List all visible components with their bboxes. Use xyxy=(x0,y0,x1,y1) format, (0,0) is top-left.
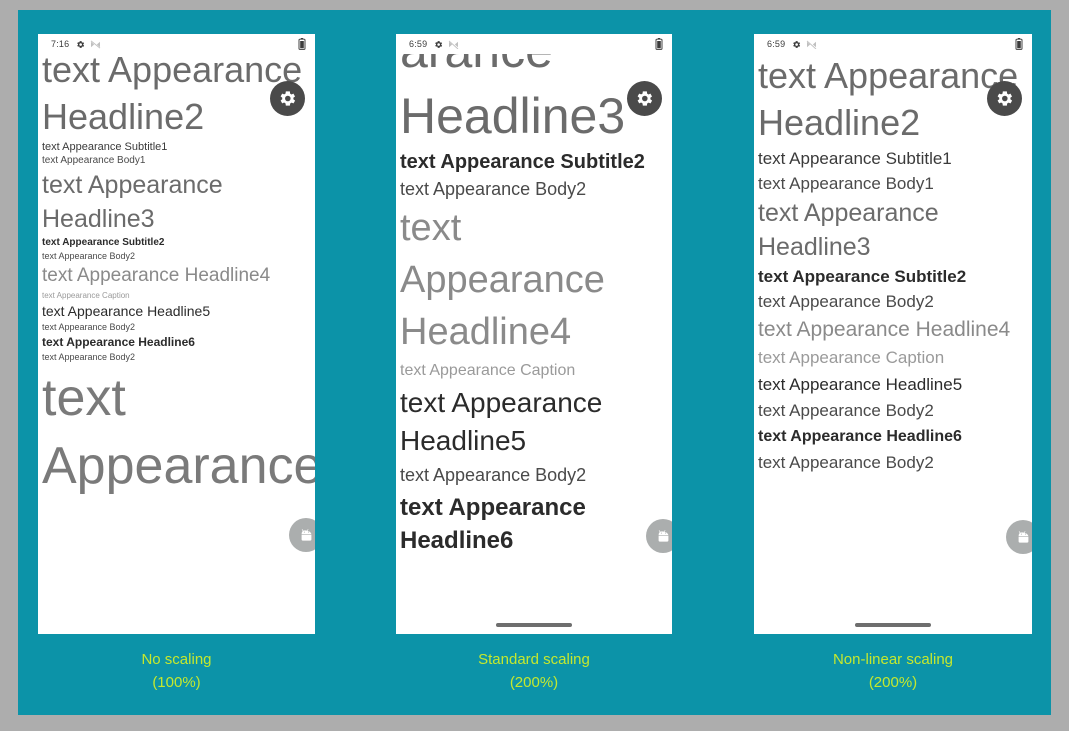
text-appearance-line: text Appearance Body2 xyxy=(758,401,934,420)
android-robot-icon xyxy=(301,529,311,541)
text-appearance-list: text Appearance Headline2 text Appearance… xyxy=(754,54,1032,476)
status-bar-time: 6:59 xyxy=(767,39,786,49)
caption-non-linear-scaling: Non-linear scaling (200%) xyxy=(754,648,1032,694)
caption-title: No scaling xyxy=(141,651,212,668)
gear-icon xyxy=(280,91,296,106)
text-appearance-line: text Appearance Subtitle1 xyxy=(758,149,952,168)
caption-standard-scaling: Standard scaling (200%) xyxy=(396,648,672,694)
text-appearance-line: text Appearance Headline5 xyxy=(400,387,611,456)
status-bar-icons xyxy=(792,40,817,49)
text-appearance-line: text Appearance Caption xyxy=(42,291,130,300)
home-indicator[interactable] xyxy=(855,623,931,627)
mute-icon xyxy=(448,40,459,49)
text-appearance-line: text Appearance Body2 xyxy=(758,453,934,472)
gear-icon xyxy=(637,91,653,106)
status-bar: 6:59 xyxy=(396,34,672,54)
text-appearance-line: text Appearance Body1 xyxy=(42,155,146,166)
text-appearance-line: text Appearance Headline5 xyxy=(42,303,211,319)
mute-icon xyxy=(806,40,817,49)
status-bar-time: 7:16 xyxy=(51,39,70,49)
text-appearance-line: text Appearance Subtitle2 xyxy=(758,267,967,286)
battery-icon xyxy=(655,38,663,50)
status-bar: 6:59 xyxy=(754,34,1032,54)
status-bar: 7:16 xyxy=(38,34,315,54)
text-appearance-line: text Appearance xyxy=(42,369,315,495)
gear-icon xyxy=(76,40,85,49)
android-fab-button[interactable] xyxy=(646,519,672,553)
gear-icon xyxy=(434,40,443,49)
settings-fab-button[interactable] xyxy=(987,81,1022,116)
text-appearance-line: text Appearance Headline6 xyxy=(400,494,593,554)
phone-preview-non-linear-scaling: 6:59 text Appearance Headline2 text Appea… xyxy=(754,34,1032,634)
text-appearance-list: text Appearance Headline2 text Appearance… xyxy=(38,54,315,500)
caption-no-scaling: No scaling (100%) xyxy=(38,648,315,694)
text-appearance-line: text Appearance Headline6 xyxy=(42,335,195,349)
text-appearance-line: text Appearance Headline3 xyxy=(758,199,946,261)
phone-screen[interactable]: text Appearance Headline2 text Appearance… xyxy=(754,54,1032,634)
text-appearance-line: text Appearance Caption xyxy=(758,348,945,367)
settings-fab-button[interactable] xyxy=(270,81,305,116)
android-robot-icon xyxy=(658,530,668,542)
android-robot-icon xyxy=(1018,531,1028,543)
caption-value: (100%) xyxy=(152,674,201,691)
text-appearance-line: text Appearance Headline4 xyxy=(42,265,271,286)
gear-icon xyxy=(792,40,801,49)
caption-value: (200%) xyxy=(868,674,918,691)
text-appearance-line: text Appearance Headline4 xyxy=(400,207,616,353)
text-appearance-line: text Appearance Headline3 xyxy=(42,171,230,233)
text-appearance-line: text Appearance Headline6 xyxy=(758,428,962,445)
settings-fab-button[interactable] xyxy=(627,81,662,116)
phone-screen[interactable]: text Appearance Headline2 text Appearance… xyxy=(38,54,315,634)
phone-preview-standard-scaling: 6:59 arance Headline3text Appearance Sub… xyxy=(396,34,672,634)
battery-icon xyxy=(298,38,306,50)
android-fab-button[interactable] xyxy=(1006,520,1032,554)
status-bar-icons xyxy=(76,40,101,49)
gear-icon xyxy=(997,91,1013,106)
status-bar-time: 6:59 xyxy=(409,39,428,49)
caption-title: Non-linear scaling xyxy=(832,651,954,668)
mute-icon xyxy=(90,40,101,49)
text-appearance-line: text Appearance Subtitle2 xyxy=(42,237,165,248)
text-appearance-line: text Appearance Body2 xyxy=(42,352,136,362)
screenshot-root: 7:16 text Appearance Headline2 text Appea… xyxy=(0,0,1069,731)
phone-preview-no-scaling: 7:16 text Appearance Headline2 text Appea… xyxy=(38,34,315,634)
text-appearance-line: text Appearance Body2 xyxy=(42,251,136,261)
home-indicator[interactable] xyxy=(496,623,572,627)
status-bar-icons xyxy=(434,40,459,49)
caption-value: (200%) xyxy=(509,674,559,691)
battery-icon xyxy=(1015,38,1023,50)
text-appearance-line: text Appearance Headline4 xyxy=(758,318,1011,341)
text-appearance-line: text Appearance Body1 xyxy=(758,174,934,193)
text-appearance-line: text Appearance Subtitle1 xyxy=(42,141,168,153)
text-appearance-line: text Appearance Body2 xyxy=(400,465,587,485)
text-appearance-line: text Appearance Body2 xyxy=(400,179,587,199)
text-appearance-line: text Appearance Subtitle2 xyxy=(400,151,645,173)
caption-title: Standard scaling xyxy=(478,651,590,668)
text-appearance-line: text Appearance Body2 xyxy=(758,292,934,311)
text-appearance-list: arance Headline3text Appearance Subtitle… xyxy=(396,54,672,557)
text-appearance-line: text Appearance Headline5 xyxy=(758,375,963,394)
text-appearance-line: text Appearance Caption xyxy=(400,362,576,379)
phone-screen[interactable]: arance Headline3text Appearance Subtitle… xyxy=(396,54,672,634)
text-appearance-line: text Appearance Body2 xyxy=(42,322,136,332)
android-fab-button[interactable] xyxy=(289,518,315,552)
